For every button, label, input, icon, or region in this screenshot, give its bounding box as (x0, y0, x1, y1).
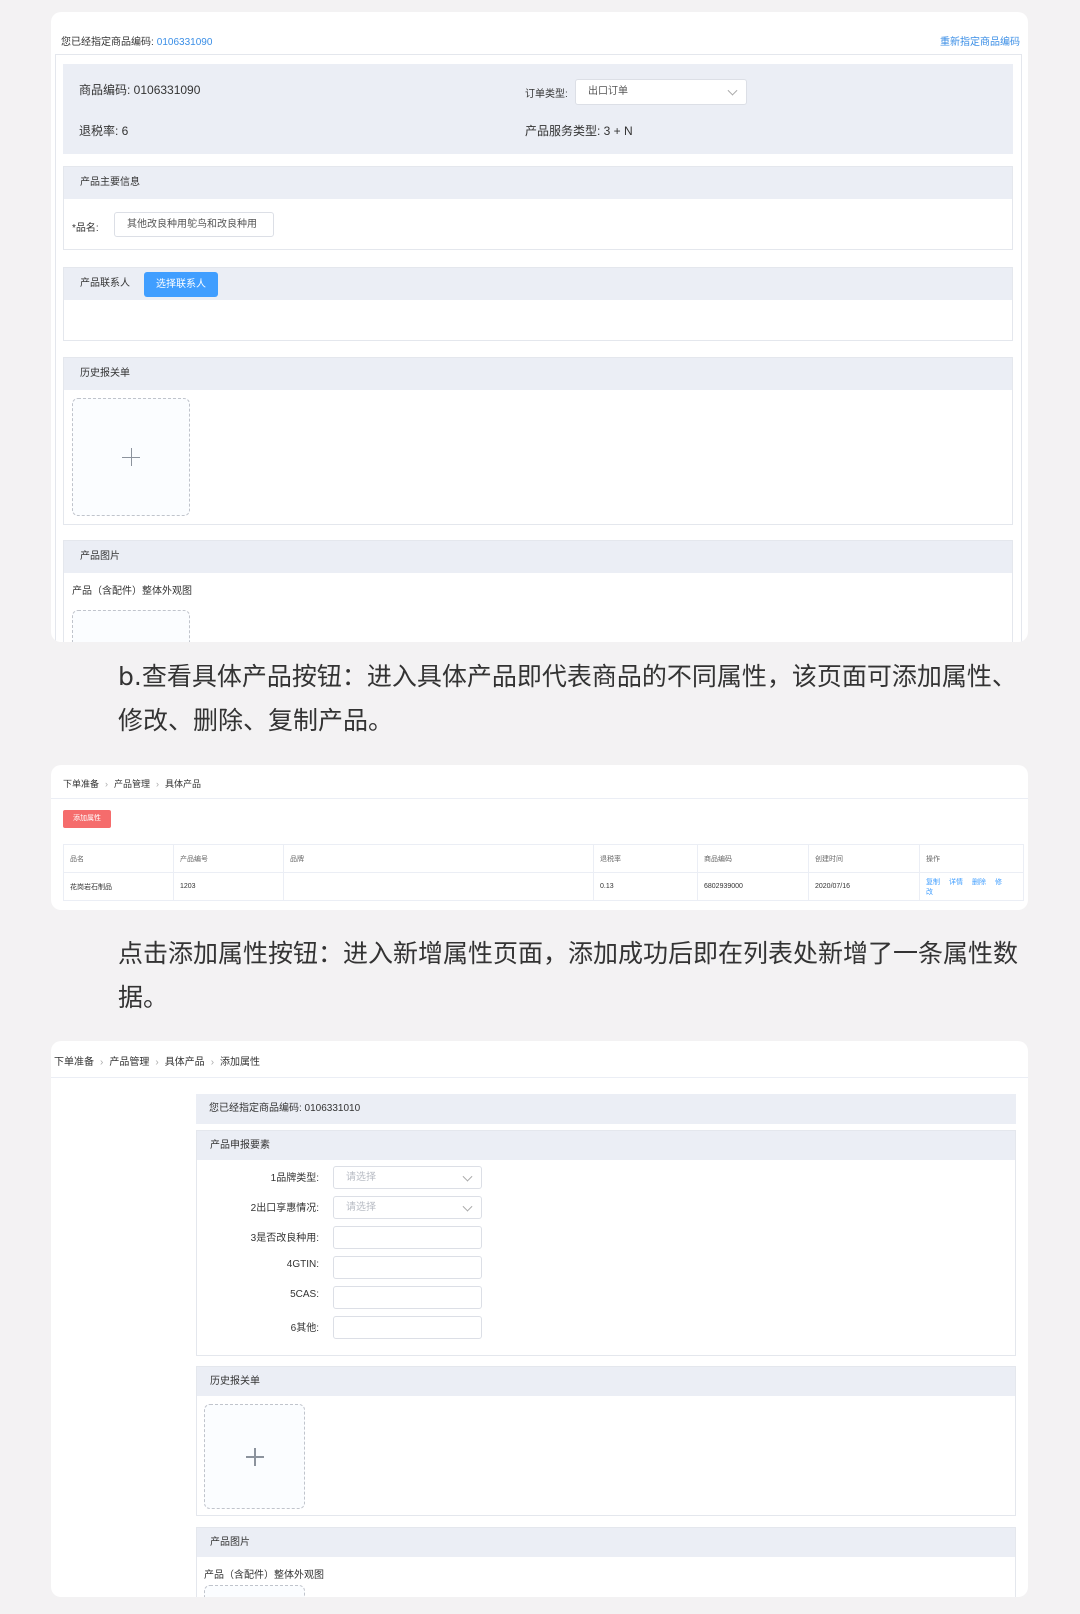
images-upload[interactable] (72, 610, 190, 642)
column-header: 品牌 (283, 844, 594, 873)
tax-rebate: 退税率: 6 (79, 124, 129, 138)
export-preference-placeholder: 请选择 (346, 1202, 376, 1213)
images-subtitle: 产品（含配件）整体外观图 (204, 1570, 324, 1581)
breadcrumb: 下单准备 › 产品管理 › 具体产品 › 添加属性 (54, 1053, 260, 1068)
column-header: 操作 (919, 844, 1024, 873)
plus-icon (245, 1447, 264, 1466)
cell-operations: 复制 详情 删除 修改 (919, 872, 1024, 901)
chevron-right-icon: › (100, 1057, 104, 1068)
reassign-code-link[interactable]: 重新指定商品编码 (940, 33, 1020, 48)
cell-brand (283, 872, 594, 901)
chevron-right-icon: › (210, 1057, 215, 1068)
contacts-section: 产品联系人 选择联系人 (63, 267, 1013, 341)
breadcrumb-item[interactable]: 具体产品 (165, 1057, 205, 1068)
breadcrumb-item[interactable]: 下单准备 (54, 1057, 94, 1068)
brand-type-placeholder: 请选择 (346, 1172, 376, 1183)
history-upload[interactable] (72, 398, 190, 516)
column-header: 产品编号 (173, 844, 284, 873)
assigned-code-value: 0106331090 (156, 37, 213, 48)
product-info-box: 商品编码: 0106331090 订单类型: 出口订单 退税率: 6 产品服务类… (63, 64, 1013, 154)
delete-link[interactable]: 删除 (972, 879, 986, 886)
field-label-improved-breeding: 3是否改良种用: (250, 1233, 319, 1244)
cas-input[interactable] (333, 1286, 482, 1309)
breadcrumb-item: 添加属性 (220, 1057, 261, 1068)
field-label-cas: 5CAS: (290, 1289, 319, 1300)
description-paragraph-1: b.查看具体产品按钮：进入具体产品即代表商品的不同属性，该页面可添加属性、修改、… (118, 662, 1017, 735)
table-header: 品名 产品编号 品牌 退税率 商品编码 创建时间 操作 (63, 844, 1024, 873)
history-section: 历史报关单 (196, 1366, 1016, 1516)
divider (51, 798, 1028, 799)
assigned-code-label: 您已经指定商品编码: (61, 37, 154, 48)
breadcrumb-item[interactable]: 下单准备 (63, 779, 99, 789)
assigned-code-bar: 您已经指定商品编码: 0106331010 (196, 1094, 1016, 1124)
order-type-label: 订单类型: (525, 89, 568, 100)
chevron-right-icon: › (156, 779, 160, 789)
cell-number: 1203 (173, 872, 284, 901)
images-title: 产品图片 (64, 541, 1012, 573)
select-contact-button[interactable]: 选择联系人 (144, 272, 218, 297)
chevron-right-icon: › (155, 1057, 159, 1068)
cell-created: 2020/07/16 (808, 872, 920, 901)
column-header: 创建时间 (808, 844, 920, 873)
history-section: 历史报关单 (63, 357, 1013, 525)
chevron-down-icon (727, 85, 738, 96)
column-header: 退税率 (593, 844, 698, 873)
assigned-code-bar: 您已经指定商品编码: 0106331090 重新指定商品编码 (61, 33, 1020, 48)
add-attribute-card: 下单准备 › 产品管理 › 具体产品 › 添加属性 您已经指定商品编码: 010633101… (51, 1041, 1028, 1597)
breadcrumb-item[interactable]: 产品管理 (114, 779, 150, 789)
table-row: 花岗岩石制品 1203 0.13 6802939000 2020/07/16 复… (63, 872, 1024, 901)
cell-rebate: 0.13 (593, 872, 698, 901)
plus-icon (122, 448, 140, 466)
history-title: 历史报关单 (197, 1367, 1015, 1396)
name-input[interactable]: 其他改良种用鸵鸟和改良种用 (114, 212, 274, 237)
history-upload[interactable] (204, 1404, 305, 1509)
contacts-title-text: 产品联系人 (80, 278, 130, 289)
field-label-other: 6其他: (290, 1323, 319, 1334)
main-info-section: 产品主要信息 *品名: 其他改良种用鸵鸟和改良种用 (63, 166, 1013, 250)
chevron-down-icon (462, 1171, 473, 1182)
divider (51, 1077, 1028, 1078)
column-header: 商品编码 (697, 844, 809, 873)
main-info-title: 产品主要信息 (64, 167, 1012, 199)
export-preference-select[interactable]: 请选择 (333, 1196, 482, 1219)
improved-breeding-input[interactable] (333, 1226, 482, 1249)
field-label-gtin: 4GTIN: (286, 1259, 319, 1270)
concrete-product-card: 下单准备 › 产品管理 › 具体产品 添加属性 品名 产品编号 品牌 退税率 商品编码 … (51, 765, 1028, 910)
gtin-input[interactable] (333, 1256, 482, 1279)
contacts-title: 产品联系人 选择联系人 (64, 268, 1012, 300)
field-label-export-preference: 2出口享惠情况: (250, 1203, 319, 1214)
history-title: 历史报关单 (64, 358, 1012, 390)
description-paragraph-2: 点击添加属性按钮：进入新增属性页面，添加成功后即在列表处新增了一条属性数据。 (118, 939, 1019, 1012)
other-input[interactable] (333, 1316, 482, 1339)
images-subtitle: 产品（含配件）整体外观图 (72, 586, 192, 597)
images-title: 产品图片 (197, 1528, 1015, 1557)
images-section: 产品图片 产品（含配件）整体外观图 (196, 1527, 1016, 1597)
cell-name: 花岗岩石制品 (63, 872, 174, 901)
breadcrumb-item: 具体产品 (165, 779, 202, 789)
service-type: 产品服务类型: 3 + N (525, 124, 633, 138)
images-section: 产品图片 产品（含配件）整体外观图 (63, 540, 1013, 642)
product-code: 商品编码: 0106331090 (79, 83, 201, 97)
brand-type-select[interactable]: 请选择 (333, 1166, 482, 1189)
add-attribute-button[interactable]: 添加属性 (63, 810, 111, 828)
column-header: 品名 (63, 844, 174, 873)
order-type-value: 出口订单 (588, 86, 628, 97)
breadcrumb: 下单准备 › 产品管理 › 具体产品 (63, 777, 201, 790)
product-table: 品名 产品编号 品牌 退税率 商品编码 创建时间 操作 花岗岩石制品 1203 … (63, 844, 1024, 901)
chevron-down-icon (462, 1201, 473, 1212)
product-detail-card: 您已经指定商品编码: 0106331090 重新指定商品编码 商品编码: 0106… (51, 12, 1028, 642)
name-label: *品名: (72, 223, 99, 234)
field-label-brand-type: 1品牌类型: (270, 1173, 319, 1184)
order-type-select[interactable]: 出口订单 (575, 79, 747, 105)
images-upload[interactable] (204, 1585, 305, 1597)
chevron-right-icon: › (105, 779, 109, 789)
cell-code: 6802939000 (697, 872, 809, 901)
detail-link[interactable]: 详情 (949, 879, 963, 886)
breadcrumb-item[interactable]: 产品管理 (109, 1057, 149, 1068)
declare-elements-section: 产品申报要素 1品牌类型: 请选择 2出口享惠情况: 请选择 3是否改良种用: … (196, 1130, 1016, 1356)
copy-link[interactable]: 复制 (926, 879, 940, 886)
declare-elements-title: 产品申报要素 (197, 1131, 1015, 1160)
